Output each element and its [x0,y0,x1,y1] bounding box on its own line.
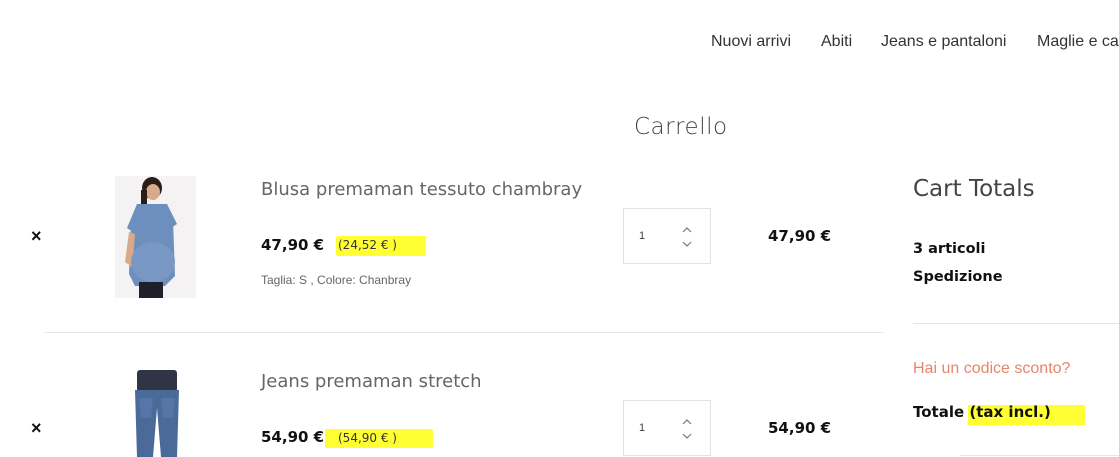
nav-item-abiti[interactable]: Abiti [821,33,852,51]
totals-divider [960,455,1119,456]
totals-divider [913,323,1119,324]
total-label: Totale (tax incl.) [913,403,1051,421]
remove-item-button[interactable]: × [31,227,42,245]
chevron-down-icon[interactable] [682,240,692,250]
product-attributes: Taglia: S , Colore: Chanbray [261,273,412,287]
items-count: 3 articoli [913,241,986,257]
chevron-up-icon[interactable] [682,418,692,428]
product-image[interactable] [115,176,196,298]
product-name[interactable]: Blusa premaman tessuto chambray [261,179,582,200]
price-tax-note: (24,52 € ) [338,238,397,252]
chevron-up-icon[interactable] [682,226,692,236]
row-divider [44,332,884,333]
main-navigation: Nuovi arrivi Abiti Jeans e pantaloni Mag… [0,33,1119,53]
remove-item-button[interactable]: × [31,419,42,437]
quantity-value[interactable]: 1 [639,422,645,434]
quantity-value[interactable]: 1 [639,230,645,242]
tax-incl-label: (tax incl.) [969,403,1051,421]
product-name[interactable]: Jeans premaman stretch [261,371,482,392]
close-icon: × [31,226,42,246]
product-image[interactable] [115,368,196,457]
close-icon: × [31,418,42,438]
total-text: Totale [913,403,965,421]
quantity-stepper[interactable]: 1 [623,400,711,456]
chevron-down-icon[interactable] [682,432,692,442]
nav-item-nuovi-arrivi[interactable]: Nuovi arrivi [711,33,791,51]
coupon-link[interactable]: Hai un codice sconto? [913,360,1070,378]
line-subtotal: 54,90 € [768,419,832,437]
product-price: 47,90 € [261,236,325,254]
line-subtotal: 47,90 € [768,227,832,245]
nav-item-maglie[interactable]: Maglie e ca [1037,33,1119,51]
page-title: Carrello [634,114,728,140]
nav-item-jeans-pantaloni[interactable]: Jeans e pantaloni [881,33,1006,51]
quantity-stepper[interactable]: 1 [623,208,711,264]
cart-totals-title: Cart Totals [913,176,1035,202]
shipping-label: Spedizione [913,269,1003,285]
product-price: 54,90 € [261,428,325,446]
price-tax-note: (54,90 € ) [338,431,397,445]
